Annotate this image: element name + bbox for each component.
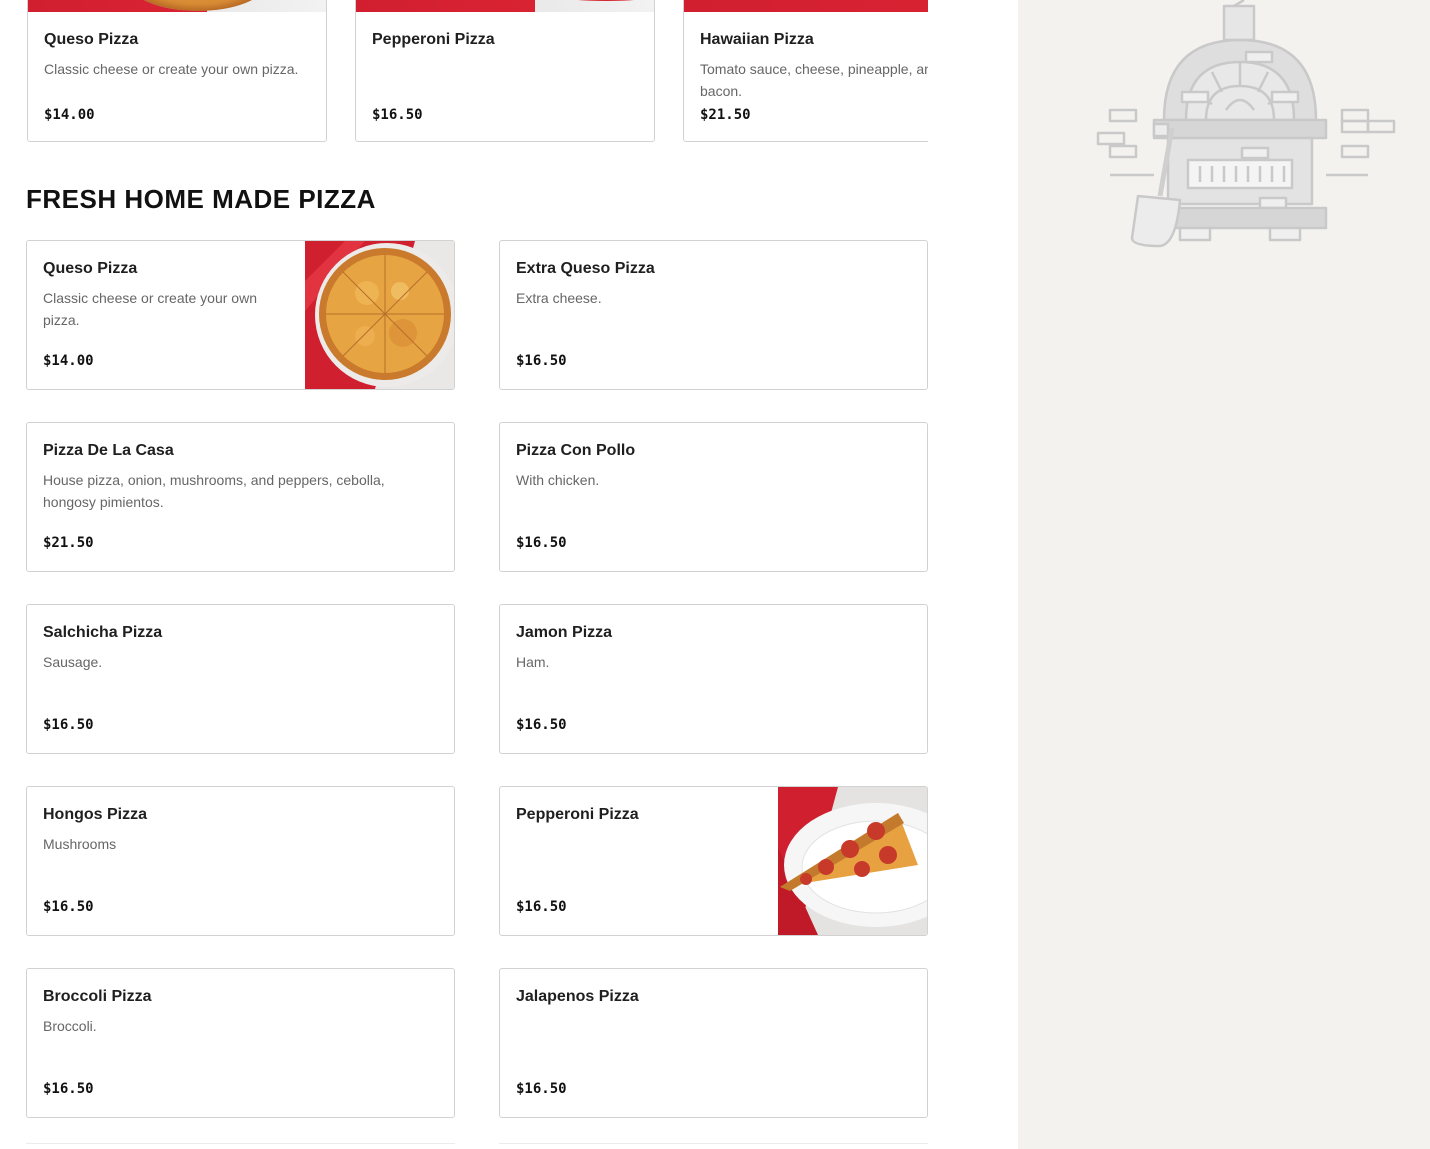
menu-item-hongos[interactable]: Hongos Pizza Mushrooms $16.50 [26, 786, 455, 936]
featured-item-description: Tomato sauce, cheese, pineapple, and bac… [700, 61, 928, 99]
featured-item-name: Pepperoni Pizza [372, 31, 495, 48]
menu-item-description: Sausage. [43, 654, 103, 670]
menu-main: Queso Pizza Classic cheese or create you… [0, 0, 1018, 1149]
sidebar [1018, 0, 1430, 1149]
menu-item-name: Extra Queso Pizza [516, 260, 655, 277]
featured-item-pepperoni[interactable]: Pepperoni Pizza $16.50 [355, 0, 655, 142]
featured-item-image [28, 0, 326, 12]
menu-item-price: $16.50 [516, 353, 567, 369]
menu-item-con-pollo[interactable]: Pizza Con Pollo With chicken. $16.50 [499, 422, 928, 572]
menu-item-description: Classic cheese or create your own pizza. [43, 290, 257, 328]
pizza-oven-icon [1096, 0, 1396, 248]
menu-item-price: $21.50 [43, 535, 94, 551]
menu-item-price: $16.50 [516, 899, 567, 915]
menu-item-name: Salchicha Pizza [43, 624, 163, 641]
menu-item-price: $16.50 [43, 899, 94, 915]
featured-item-name: Hawaiian Pizza [700, 31, 814, 48]
menu-item-description: Mushrooms [43, 836, 117, 852]
featured-item-price: $21.50 [700, 107, 751, 123]
menu-item-description: Ham. [516, 654, 550, 670]
menu-item-next-peek [499, 1143, 928, 1149]
menu-item-pepperoni[interactable]: Pepperoni Pizza $16.50 [499, 786, 928, 936]
menu-item-jamon[interactable]: Jamon Pizza Ham. $16.50 [499, 604, 928, 754]
featured-item-name: Queso Pizza [44, 31, 139, 48]
featured-item-price: $16.50 [372, 107, 423, 123]
menu-item-name: Pizza De La Casa [43, 442, 174, 459]
menu-item-name: Broccoli Pizza [43, 988, 152, 1005]
menu-item-extra-queso[interactable]: Extra Queso Pizza Extra cheese. $16.50 [499, 240, 928, 390]
menu-item-broccoli[interactable]: Broccoli Pizza Broccoli. $16.50 [26, 968, 455, 1118]
menu-item-name: Hongos Pizza [43, 806, 148, 823]
featured-item-queso[interactable]: Queso Pizza Classic cheese or create you… [27, 0, 327, 142]
featured-item-hawaiian[interactable]: Hawaiian Pizza Tomato sauce, cheese, pin… [683, 0, 928, 142]
menu-item-description: Broccoli. [43, 1018, 97, 1034]
featured-item-image [356, 0, 654, 12]
menu-item-jalapenos[interactable]: Jalapenos Pizza $16.50 [499, 968, 928, 1118]
menu-item-queso[interactable]: Queso Pizza Classic cheese or create you… [26, 240, 455, 390]
menu-item-name: Jalapenos Pizza [516, 988, 639, 1005]
menu-item-next-peek [26, 1143, 455, 1149]
menu-item-price: $16.50 [43, 1081, 94, 1097]
menu-item-name: Queso Pizza [43, 260, 138, 277]
cheese-pizza-photo [305, 241, 454, 389]
menu-item-description: Extra cheese. [516, 290, 602, 306]
menu-item-price: $14.00 [43, 353, 94, 369]
menu-item-de-la-casa[interactable]: Pizza De La Casa House pizza, onion, mus… [26, 422, 455, 572]
menu-item-description: With chicken. [516, 472, 600, 488]
featured-item-image [684, 0, 928, 12]
menu-item-price: $16.50 [43, 717, 94, 733]
section-title: FRESH HOME MADE PIZZA [26, 184, 376, 214]
menu-item-price: $16.50 [516, 717, 567, 733]
featured-item-price: $14.00 [44, 107, 95, 123]
featured-carousel: Queso Pizza Classic cheese or create you… [0, 0, 928, 150]
pepperoni-slice-photo [778, 787, 927, 935]
featured-item-description: Classic cheese or create your own pizza. [44, 61, 299, 77]
menu-item-name: Jamon Pizza [516, 624, 613, 641]
menu-item-price: $16.50 [516, 1081, 567, 1097]
menu-item-name: Pizza Con Pollo [516, 442, 636, 459]
menu-item-name: Pepperoni Pizza [516, 806, 639, 823]
menu-item-price: $16.50 [516, 535, 567, 551]
menu-item-description: House pizza, onion, mushrooms, and peppe… [43, 472, 385, 510]
menu-item-salchicha[interactable]: Salchicha Pizza Sausage. $16.50 [26, 604, 455, 754]
